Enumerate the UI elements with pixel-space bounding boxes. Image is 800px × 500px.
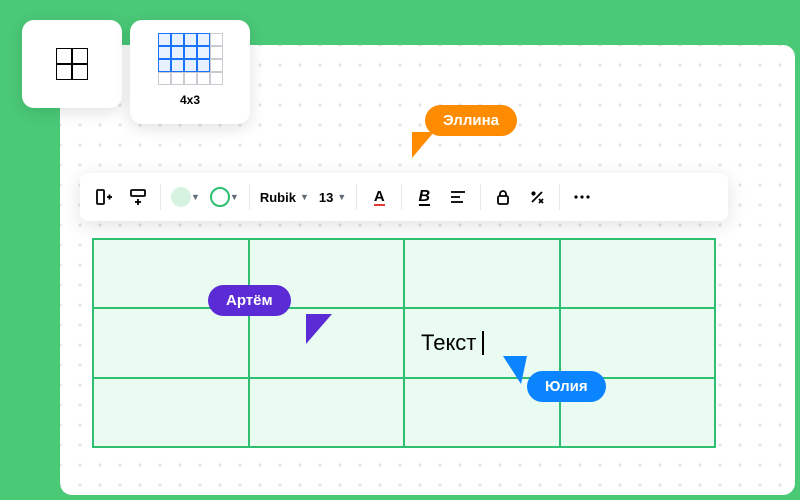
grid-size-picker[interactable]: 4x3 bbox=[130, 20, 250, 124]
table[interactable]: Текст bbox=[92, 238, 716, 448]
table-cell[interactable] bbox=[560, 239, 716, 308]
table-cell[interactable] bbox=[93, 308, 249, 377]
grid-picker-label: 4x3 bbox=[180, 93, 200, 107]
insert-row-button[interactable] bbox=[126, 183, 150, 211]
font-family-dropdown[interactable]: Rubik ▼ bbox=[260, 183, 309, 211]
chevron-down-icon: ▼ bbox=[191, 192, 200, 202]
bold-button[interactable]: B bbox=[412, 183, 436, 211]
separator bbox=[401, 184, 402, 210]
cell-text: Текст bbox=[421, 330, 476, 356]
font-size-dropdown[interactable]: 13 ▼ bbox=[319, 183, 346, 211]
lock-button[interactable] bbox=[491, 183, 515, 211]
chevron-down-icon: ▼ bbox=[300, 192, 309, 202]
fill-color-button[interactable]: ▼ bbox=[171, 183, 200, 211]
cursor-icon bbox=[306, 314, 332, 344]
percent-button[interactable] bbox=[525, 183, 549, 211]
fill-swatch-icon bbox=[171, 187, 191, 207]
table-icon bbox=[56, 48, 88, 80]
user-badge-ellina: Эллина bbox=[425, 105, 517, 136]
separator bbox=[480, 184, 481, 210]
separator bbox=[160, 184, 161, 210]
text-color-button[interactable]: A bbox=[367, 183, 391, 211]
table-cell[interactable] bbox=[93, 378, 249, 447]
table-cell[interactable] bbox=[560, 308, 716, 377]
cursor-icon bbox=[412, 132, 434, 158]
text-color-icon: A bbox=[374, 189, 385, 206]
insert-column-button[interactable] bbox=[92, 183, 116, 211]
text-cursor-icon bbox=[482, 331, 484, 355]
table-cell[interactable] bbox=[404, 239, 560, 308]
table-cell[interactable] bbox=[249, 378, 405, 447]
user-badge-artem: Артём bbox=[208, 285, 291, 316]
separator bbox=[249, 184, 250, 210]
stroke-color-button[interactable]: ▼ bbox=[210, 183, 239, 211]
more-button[interactable] bbox=[570, 183, 594, 211]
chevron-down-icon: ▼ bbox=[230, 192, 239, 202]
chevron-down-icon: ▼ bbox=[337, 192, 346, 202]
bold-icon: B bbox=[419, 189, 431, 206]
table-tool-button[interactable] bbox=[22, 20, 122, 108]
font-family-label: Rubik bbox=[260, 190, 296, 205]
toolbar: ▼ ▼ Rubik ▼ 13 ▼ A B bbox=[80, 173, 728, 221]
align-button[interactable] bbox=[446, 183, 470, 211]
separator bbox=[559, 184, 560, 210]
font-size-label: 13 bbox=[319, 190, 333, 205]
user-badge-yulia: Юлия bbox=[527, 371, 606, 402]
grid-picker-cells[interactable] bbox=[158, 33, 223, 85]
stroke-swatch-icon bbox=[210, 187, 230, 207]
separator bbox=[356, 184, 357, 210]
table-cell-editing[interactable]: Текст bbox=[404, 308, 560, 377]
